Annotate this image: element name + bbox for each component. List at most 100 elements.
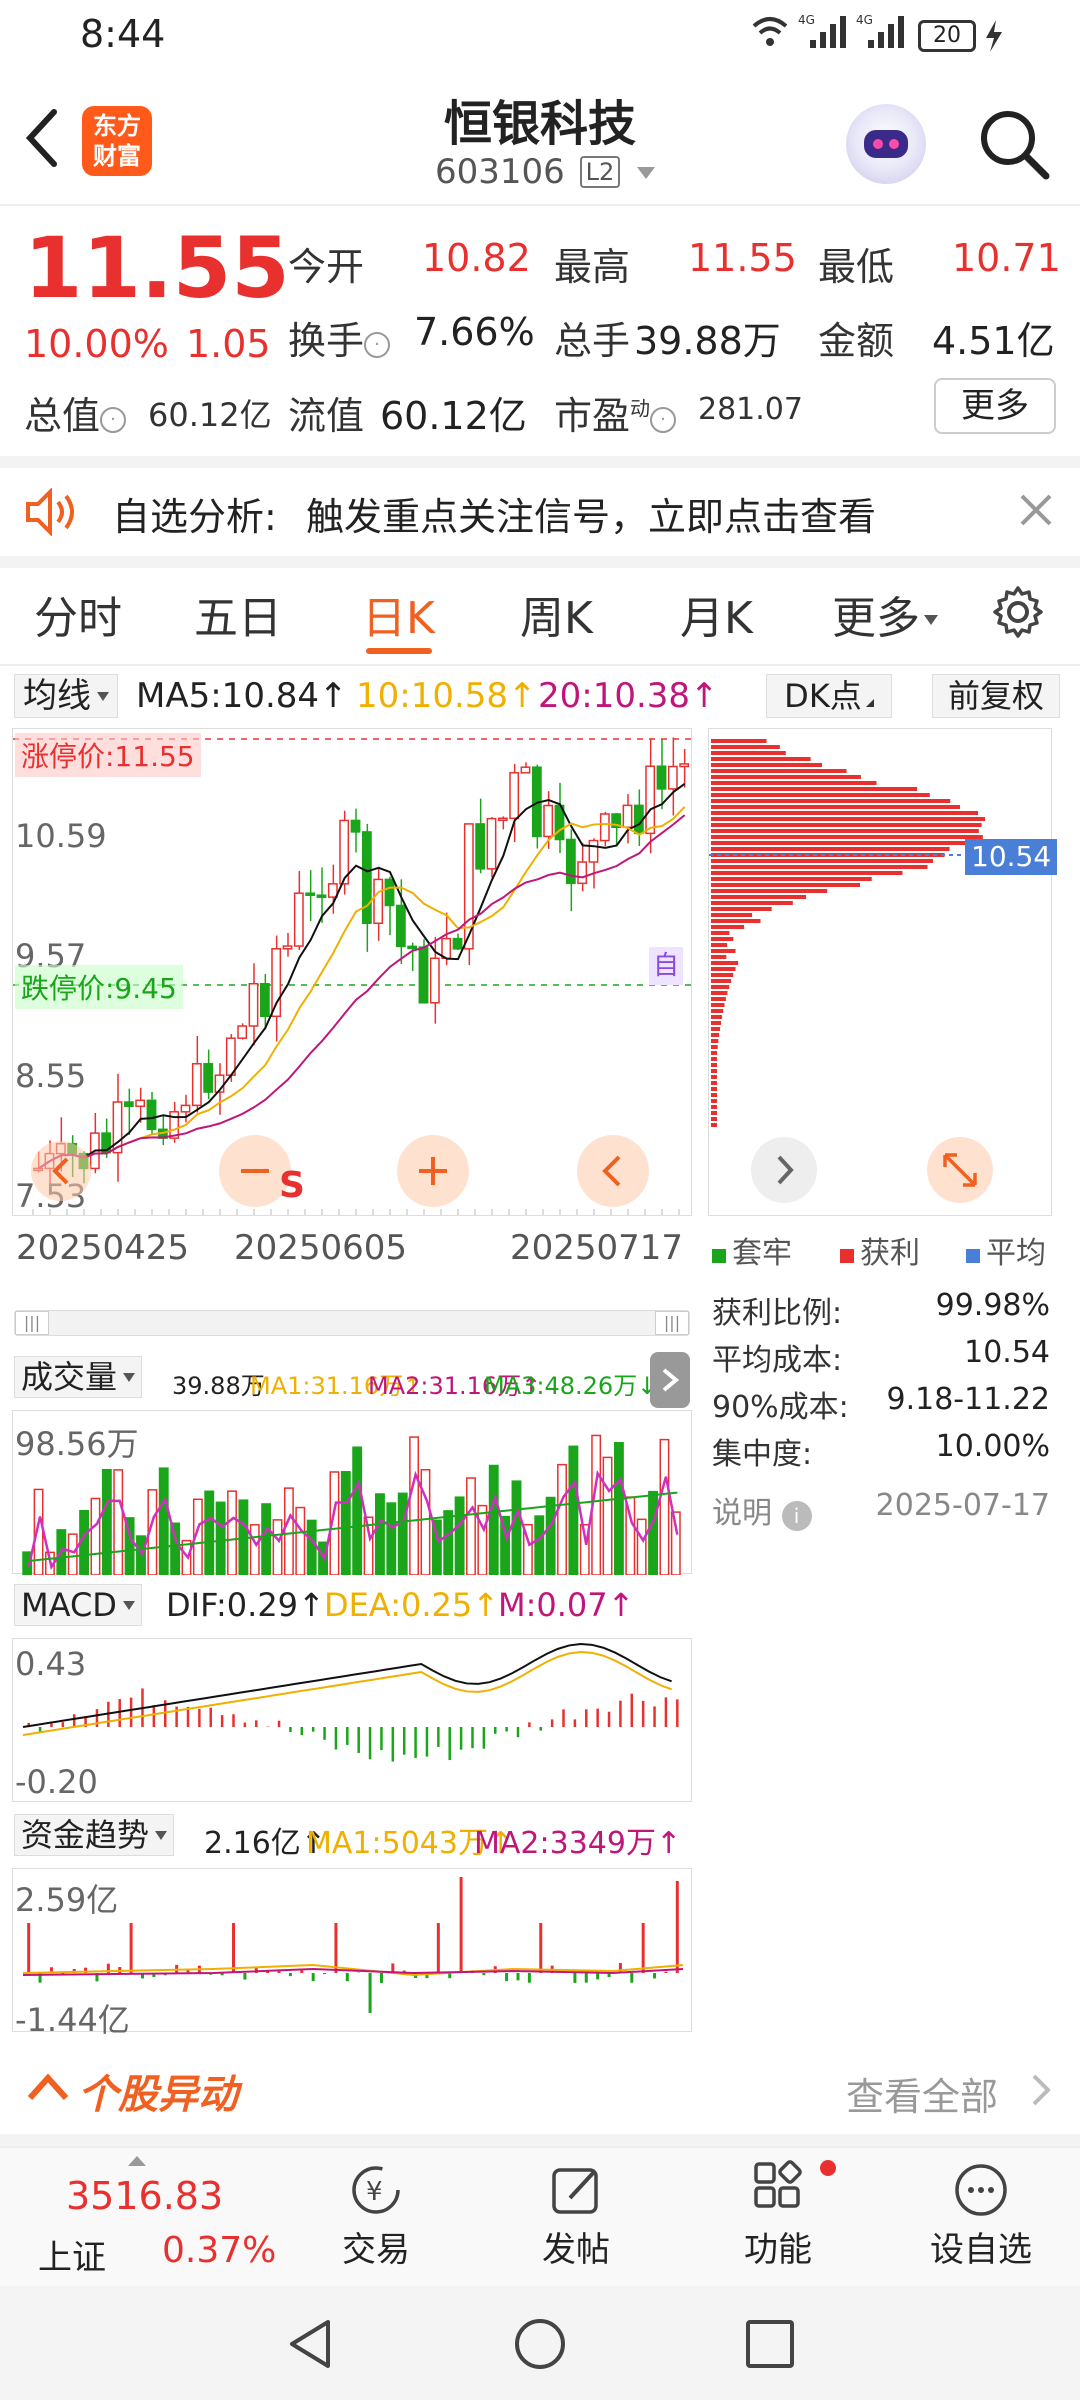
chip-bar — [711, 979, 732, 983]
chip-next-button[interactable] — [751, 1137, 817, 1203]
scroll-left-button[interactable] — [577, 1135, 649, 1207]
volume-chart[interactable]: 98.56万 — [12, 1410, 692, 1575]
brand-logo[interactable]: 东方 财富 — [82, 106, 152, 176]
index-value: 3516.83 — [66, 2174, 224, 2218]
dropdown-icon — [155, 1831, 168, 1840]
volume-bar — [227, 1490, 237, 1575]
nav-trade-label: 交易 — [342, 2230, 410, 2270]
view-all-link[interactable]: 查看全部 — [846, 2066, 998, 2121]
expand-icon[interactable] — [927, 1137, 993, 1203]
slider-right-handle[interactable]: ||| — [655, 1311, 689, 1335]
chip-bar — [711, 955, 727, 959]
volume-bar — [545, 1496, 556, 1575]
volume-bar — [295, 1506, 306, 1575]
fund-chart[interactable]: 2.59亿 -1.44亿 — [12, 1868, 692, 2039]
volume-bar — [306, 1519, 317, 1575]
search-icon[interactable] — [976, 106, 1052, 186]
macd-selector[interactable]: MACD — [14, 1584, 142, 1626]
nav-add-watchlist[interactable]: 设自选 — [916, 2158, 1046, 2278]
chip-bar — [711, 871, 903, 875]
stat-label: 获利比例: — [712, 1296, 843, 1331]
tab-minute[interactable]: 分时 — [34, 582, 122, 646]
ma-selector[interactable]: 均线 — [14, 674, 118, 718]
slider-left-handle[interactable]: ||| — [15, 1311, 49, 1335]
zoom-in-button[interactable] — [397, 1135, 469, 1207]
chevron-up-icon — [26, 2068, 70, 2108]
back-icon[interactable] — [22, 106, 62, 174]
chip-bar — [711, 835, 983, 839]
volume-bar — [659, 1438, 670, 1575]
settings-gear-icon[interactable] — [990, 584, 1046, 644]
volume-bar — [636, 1518, 647, 1575]
volume-bar — [352, 1446, 363, 1575]
candle — [123, 1101, 134, 1107]
nav-recents-icon[interactable] — [742, 2316, 798, 2376]
limit-down-label: 跌停价:9.45 — [15, 965, 183, 1009]
chip-bar — [711, 739, 767, 743]
nav-post[interactable]: 发帖 — [514, 2158, 638, 2278]
more-button[interactable]: 更多 — [934, 378, 1056, 434]
index-change: 0.37% — [162, 2230, 277, 2271]
tab-monthly-k[interactable]: 月K — [680, 582, 753, 646]
chip-bar — [711, 787, 918, 791]
pe-label: 市盈动 · — [554, 385, 677, 440]
auto-tag[interactable]: 自 — [649, 947, 683, 985]
chip-bar — [711, 1117, 717, 1121]
volume-bar — [602, 1456, 613, 1575]
chevron-down-icon — [637, 167, 656, 179]
volume-value: 39.88万 — [634, 319, 781, 363]
kline-chart[interactable]: 涨停价:11.55 10.59 9.57 跌停价:9.45 8.55 7.53 … — [12, 728, 693, 1216]
info-icon[interactable]: · — [100, 407, 127, 433]
candle — [441, 937, 452, 960]
float-label: 流值 — [288, 394, 365, 438]
volume-selector[interactable]: 成交量 — [14, 1356, 143, 1398]
index-widget[interactable]: 3516.83 上证 0.37% — [0, 2148, 300, 2288]
tab-five-day[interactable]: 五日 — [194, 582, 282, 646]
nav-trade[interactable]: ¥ 交易 — [314, 2158, 438, 2278]
volume-bar — [386, 1502, 397, 1575]
tab-more[interactable]: 更多 — [832, 582, 938, 646]
stock-code: 603106 — [435, 152, 565, 192]
movement-section[interactable]: 个股异动 查看全部 — [0, 2052, 1080, 2122]
robot-avatar-icon[interactable] — [846, 104, 926, 184]
volume-bar — [136, 1535, 146, 1575]
dk-point-button[interactable]: DK点 — [766, 674, 892, 718]
chip-bar — [711, 781, 877, 785]
info-icon[interactable]: · — [650, 407, 677, 433]
info-icon[interactable]: · — [364, 332, 391, 358]
status-time: 8:44 — [80, 12, 166, 56]
stat-value: 10.00% — [935, 1429, 1050, 1464]
float-value: 60.12亿 — [380, 394, 527, 438]
stock-code-row[interactable]: 603106 L2 — [435, 152, 656, 192]
close-icon[interactable] — [1018, 492, 1054, 532]
tab-daily-k[interactable]: 日K — [362, 582, 435, 646]
adjust-button[interactable]: 前复权 — [932, 674, 1060, 718]
candle — [305, 892, 316, 896]
chevron-right-icon[interactable] — [1028, 2072, 1054, 2112]
nav-function[interactable]: 功能 — [716, 2158, 840, 2278]
chip-bar — [711, 847, 950, 851]
analysis-banner[interactable]: 自选分析: 触发重点关注信号，立即点击查看 — [0, 468, 1080, 556]
chip-bar — [711, 1021, 721, 1025]
volume-bar — [534, 1515, 545, 1575]
chip-bar — [711, 1051, 718, 1055]
nav-home-icon[interactable] — [512, 2316, 568, 2376]
volume-bar — [477, 1504, 488, 1575]
system-nav — [0, 2286, 1080, 2400]
scroll-left-small-button[interactable] — [31, 1141, 91, 1201]
divider — [0, 2134, 1080, 2146]
chip-distribution[interactable]: 10.54 — [708, 728, 1058, 1216]
candle — [225, 1037, 236, 1076]
tab-weekly-k[interactable]: 周K — [520, 582, 593, 646]
range-slider[interactable]: ||| ||| — [14, 1310, 690, 1336]
macd-dif: DIF:0.29↑ — [166, 1586, 325, 1624]
fund-selector[interactable]: 资金趋势 — [14, 1814, 175, 1856]
note-label[interactable]: 说明 i — [712, 1488, 812, 1532]
nav-back-icon[interactable] — [282, 2316, 338, 2376]
expand-panel-button[interactable] — [650, 1352, 690, 1408]
candle — [622, 804, 633, 828]
chip-bar — [711, 991, 728, 995]
chip-bar — [711, 859, 933, 863]
macd-chart[interactable]: 0.43 -0.20 — [12, 1638, 692, 1802]
candle — [497, 817, 508, 822]
